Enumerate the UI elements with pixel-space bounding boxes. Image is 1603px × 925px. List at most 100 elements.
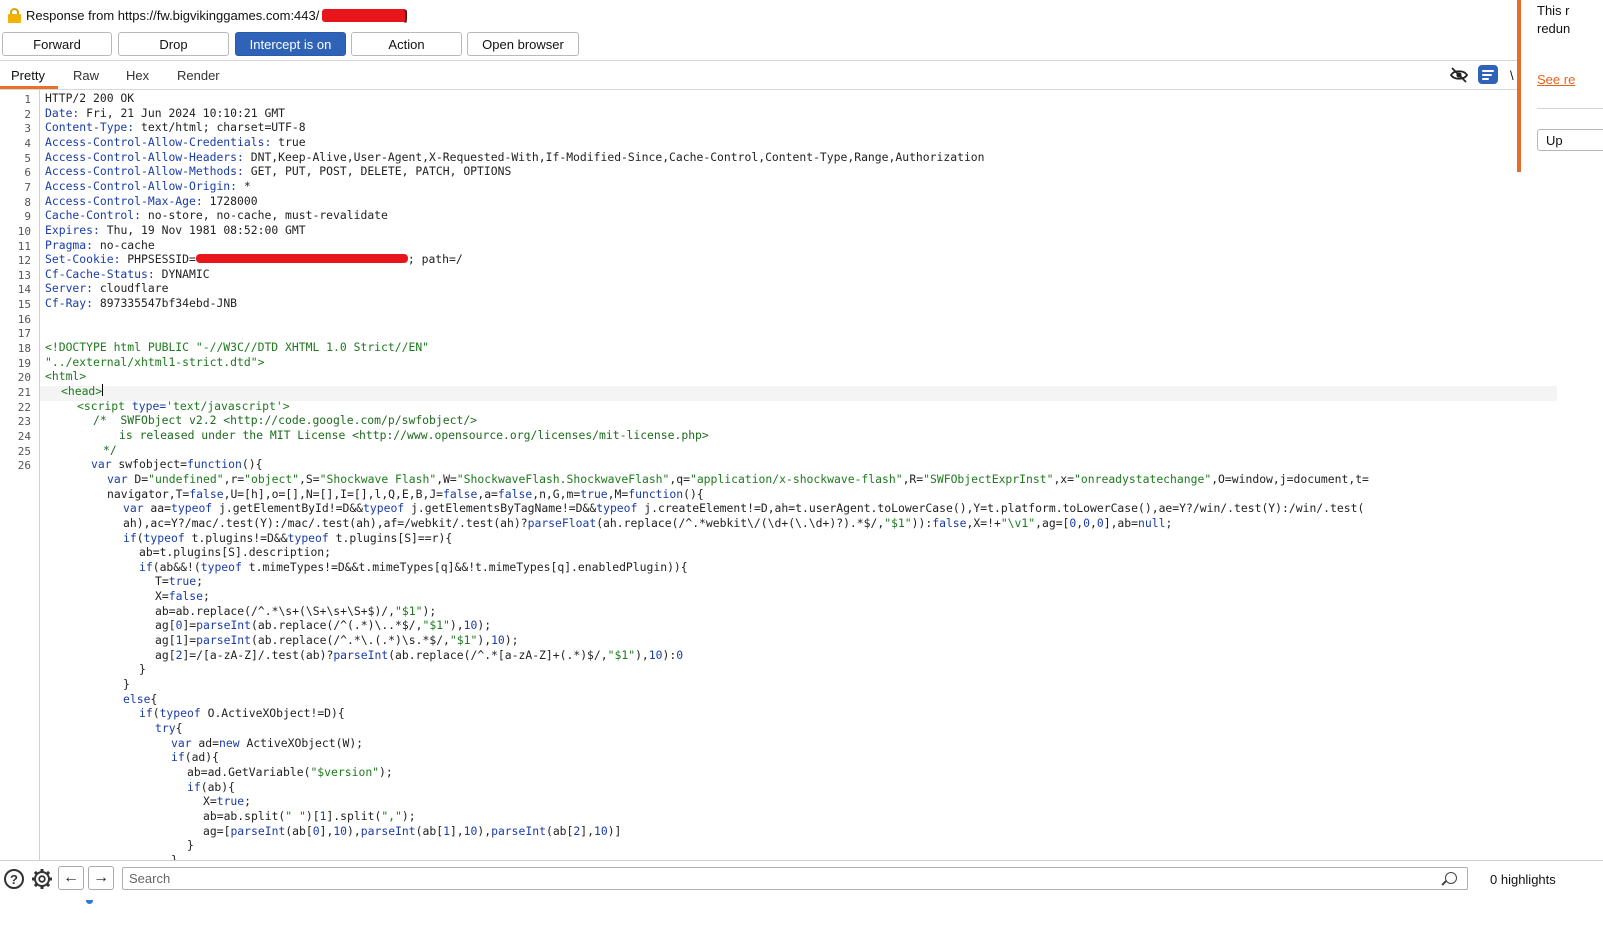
header-name: Set-Cookie:	[45, 252, 121, 267]
code-line[interactable]: ag[1]=parseInt(ab.replace(/^.*\.(.*)\s.*…	[155, 633, 519, 647]
js-code: }	[123, 677, 130, 691]
next-match-button[interactable]: →	[88, 866, 114, 890]
code-line[interactable]: T=true;	[155, 574, 203, 588]
code-line[interactable]: else{	[123, 692, 157, 706]
line-number: 17	[17, 327, 31, 341]
code-line[interactable]: ab=ab.replace(/^.*\s+(\S+\s+\S+$)/,"$1")…	[155, 604, 436, 618]
line-number: 13	[17, 268, 31, 282]
code-line[interactable]: if(ad){	[171, 750, 219, 764]
code-line[interactable]: X=false;	[155, 589, 210, 603]
gear-icon[interactable]	[31, 868, 53, 890]
status-strip	[0, 897, 1603, 925]
help-icon[interactable]: ?	[4, 869, 24, 889]
code-line[interactable]: Access-Control-Allow-Methods: GET, PUT, …	[45, 164, 511, 178]
notification-see-more-link[interactable]: See re	[1537, 72, 1575, 87]
notification-update-button[interactable]: Up	[1537, 129, 1603, 151]
code-line[interactable]: <script type='text/javascript'>	[77, 399, 290, 413]
code-line[interactable]: Access-Control-Allow-Headers: DNT,Keep-A…	[45, 150, 985, 164]
code-line[interactable]: HTTP/2 200 OK	[45, 91, 134, 105]
message-editor[interactable]: 1 2 3 4 5 6 7 8 9 10 11 12 13 14 15 16 17 18 19 20 21 22 23 24 2…	[0, 90, 1557, 860]
code-line[interactable]: }	[171, 853, 178, 860]
tab-hex[interactable]: Hex	[126, 68, 149, 88]
open-browser-button[interactable]: Open browser	[467, 32, 579, 56]
code-line[interactable]: if(typeof O.ActiveXObject!=D){	[139, 706, 345, 720]
code-line[interactable]: Cache-Control: no-store, no-cache, must-…	[45, 208, 388, 222]
code-line[interactable]: ag[0]=parseInt(ab.replace(/^(.*)\..*$/,"…	[155, 618, 491, 632]
code-line[interactable]: Cf-Cache-Status: DYNAMIC	[45, 267, 210, 281]
code-line[interactable]: ab=ad.GetVariable("$version");	[187, 765, 393, 779]
header-value: Thu, 19 Nov 1981 08:52:00 GMT	[99, 222, 306, 237]
js-code: }	[187, 838, 194, 853]
code-line[interactable]: <!DOCTYPE html PUBLIC "-//W3C//DTD XHTML…	[45, 340, 429, 354]
code-line[interactable]: try{	[155, 721, 182, 735]
eye-slash-icon[interactable]	[1449, 66, 1469, 84]
truncated-toolbar-item[interactable]: \	[1510, 68, 1514, 83]
code-line[interactable]: ah),ac=Y?/mac/.test(Y):/mac/.test(ah),af…	[123, 516, 1172, 530]
code-line[interactable]: }	[187, 838, 194, 852]
code-line[interactable]: /* SWFObject v2.2 <http://code.google.co…	[93, 413, 477, 427]
js-code: var D="undefined",r="object",S="Shockwav…	[107, 471, 1369, 486]
redaction-mark	[195, 254, 408, 264]
code-line[interactable]: Server: cloudflare	[45, 281, 168, 295]
search-icon[interactable]	[1445, 872, 1457, 884]
js-code: X=true;	[203, 794, 252, 809]
line-number: 12	[17, 254, 31, 268]
search-input[interactable]	[122, 867, 1468, 890]
code-line[interactable]: */	[103, 443, 117, 457]
code-line[interactable]: var swfobject=function(){	[91, 457, 262, 471]
code-line[interactable]: ag=[parseInt(ab[0],10),parseInt(ab[1],10…	[203, 824, 621, 838]
code-line[interactable]: if(typeof t.plugins!=D&&typeof t.plugins…	[123, 531, 452, 545]
code-line[interactable]: Expires: Thu, 19 Nov 1981 08:52:00 GMT	[45, 223, 306, 237]
code-line[interactable]: <html>	[45, 369, 86, 383]
code-line[interactable]: is released under the MIT License <http:…	[119, 428, 709, 442]
code-line[interactable]: Access-Control-Max-Age: 1728000	[45, 194, 258, 208]
js-code: if(ab){	[187, 779, 236, 794]
drop-button-label: Drop	[159, 36, 188, 52]
js-code: if(ab&&!(typeof t.mimeTypes!=D&&t.mimeTy…	[139, 559, 688, 574]
header-name: Cf-Ray:	[45, 296, 94, 311]
line-number: 9	[24, 210, 31, 224]
script-tag-close: >	[282, 398, 290, 413]
header-name: Pragma:	[45, 237, 94, 252]
open-browser-button-label: Open browser	[482, 36, 564, 52]
code-line[interactable]: Access-Control-Allow-Origin: *	[45, 179, 251, 193]
message-title-tail: ]	[404, 8, 408, 23]
code-line[interactable]: if(ab){	[187, 780, 235, 794]
tab-pretty[interactable]: Pretty	[11, 68, 45, 88]
tab-render[interactable]: Render	[177, 68, 220, 88]
code-line[interactable]: if(ab&&!(typeof t.mimeTypes!=D&&t.mimeTy…	[139, 560, 688, 574]
code-line[interactable]: Set-Cookie: PHPSESSID= ; path=/	[45, 252, 463, 266]
line-number: 14	[17, 283, 31, 297]
code-line[interactable]: ab=t.plugins[S].description;	[139, 545, 331, 559]
code-line[interactable]: var aa=typeof j.getElementById!=D&&typeo…	[123, 501, 1364, 515]
code-line[interactable]: var D="undefined",r="object",S="Shockwav…	[107, 472, 1369, 486]
code-line[interactable]: Content-Type: text/html; charset=UTF-8	[45, 120, 306, 134]
code-line[interactable]: Cf-Ray: 897335547bf34ebd-JNB	[45, 296, 237, 310]
code-line[interactable]: ab=ab.split(" ")[1].split(",");	[203, 809, 416, 823]
code-line[interactable]: }	[123, 677, 130, 691]
header-value: DYNAMIC	[154, 266, 210, 281]
code-line[interactable]: <head>	[61, 384, 104, 398]
forward-button[interactable]: Forward	[2, 32, 112, 56]
intercept-toggle-button[interactable]: Intercept is on	[235, 32, 346, 56]
code-line[interactable]: Date: Fri, 21 Jun 2024 10:10:21 GMT	[45, 106, 285, 120]
code-line[interactable]: ag[2]=/[a-zA-Z]/.test(ab)?parseInt(ab.re…	[155, 648, 683, 662]
previous-match-button[interactable]: ←	[58, 866, 84, 890]
code-line[interactable]: Pragma: no-cache	[45, 238, 155, 252]
code-line[interactable]: var ad=new ActiveXObject(W);	[171, 736, 363, 750]
code-line[interactable]: }	[139, 662, 146, 676]
header-value: GET, PUT, POST, DELETE, PATCH, OPTIONS	[243, 164, 512, 179]
text-wrap-icon[interactable]	[1478, 65, 1498, 84]
drop-button[interactable]: Drop	[118, 32, 229, 56]
code-line[interactable]: Access-Control-Allow-Credentials: true	[45, 135, 306, 149]
header-value: 1728000	[202, 193, 258, 208]
header-value: DNT,Keep-Alive,User-Agent,X-Requested-Wi…	[243, 149, 985, 164]
line-number: 1	[24, 93, 31, 106]
doctype-dtd: "../external/xhtml1-strict.dtd">	[45, 354, 265, 369]
line-number: 3	[24, 122, 31, 136]
tab-raw[interactable]: Raw	[73, 68, 99, 88]
code-line[interactable]: navigator,T=false,U=[h],o=[],N=[],I=[],l…	[107, 487, 704, 501]
action-button[interactable]: Action	[351, 32, 462, 56]
code-line[interactable]: X=true;	[203, 794, 251, 808]
code-line[interactable]: "../external/xhtml1-strict.dtd">	[45, 355, 264, 369]
